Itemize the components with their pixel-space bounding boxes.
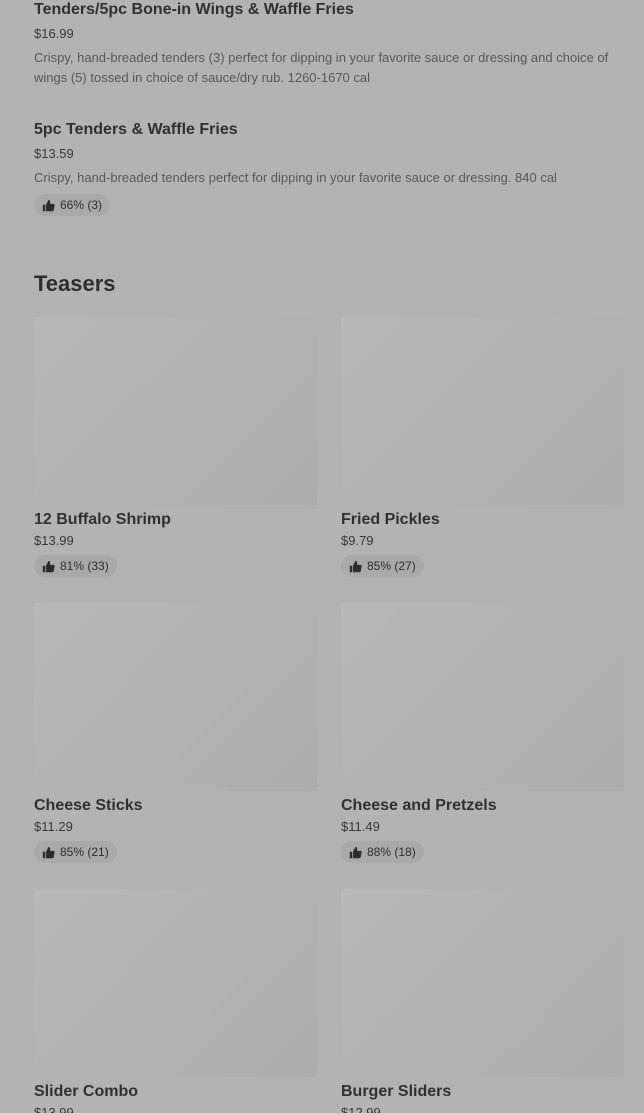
card-title: Burger Sliders — [341, 1083, 452, 1100]
card-title: Slider Combo — [34, 1083, 139, 1100]
card-title: Cheese and Pretzels — [341, 797, 497, 814]
item-title: Tenders/5pc Bone-in Wings & Waffle Fries — [34, 1, 354, 18]
menu-card[interactable]: 12 Buffalo Shrimp $13.99 81% (33) — [34, 317, 317, 578]
card-title: Cheese Sticks — [34, 797, 143, 814]
menu-card[interactable]: Slider Combo $13.99 — [34, 889, 317, 1113]
card-price: $13.99 — [34, 533, 74, 548]
item-image — [34, 317, 317, 505]
thumbs-up-icon — [42, 846, 55, 859]
item-price: $13.59 — [34, 146, 74, 161]
card-price: $9.79 — [341, 533, 374, 548]
rating-badge: 66% (3) — [34, 194, 111, 216]
rating-text: 85% (27) — [367, 559, 416, 573]
card-price: $12.99 — [341, 1105, 381, 1113]
card-price: $13.99 — [34, 1105, 74, 1113]
thumbs-up-icon — [42, 560, 55, 573]
rating-text: 85% (21) — [60, 845, 109, 859]
item-price: $16.99 — [34, 26, 74, 41]
card-title: 12 Buffalo Shrimp — [34, 511, 171, 528]
menu-card[interactable]: Cheese and Pretzels $11.49 88% (18) — [341, 603, 624, 864]
rating-badge: 85% (27) — [341, 555, 424, 577]
thumbs-up-icon — [42, 199, 55, 212]
item-title: 5pc Tenders & Waffle Fries — [34, 121, 238, 138]
card-price: $11.49 — [341, 819, 380, 834]
rating-text: 66% (3) — [60, 198, 103, 212]
item-image — [341, 603, 624, 791]
rating-text: 88% (18) — [367, 845, 416, 859]
menu-item[interactable]: Tenders/5pc Bone-in Wings & Waffle Fries… — [34, 0, 624, 88]
item-image — [341, 317, 624, 505]
card-price: $11.29 — [34, 819, 73, 834]
section-title: Teasers — [34, 271, 116, 296]
card-title: Fried Pickles — [341, 511, 440, 528]
menu-card[interactable]: Burger Sliders $12.99 — [341, 889, 624, 1113]
menu-page: Tenders/5pc Bone-in Wings & Waffle Fries… — [0, 0, 644, 1113]
menu-card[interactable]: Cheese Sticks $11.29 85% (21) — [34, 603, 317, 864]
menu-card[interactable]: Fried Pickles $9.79 85% (27) — [341, 317, 624, 578]
rating-badge: 81% (33) — [34, 555, 117, 577]
thumbs-up-icon — [349, 846, 362, 859]
item-description: Crispy, hand-breaded tenders perfect for… — [34, 170, 557, 185]
thumbs-up-icon — [349, 560, 362, 573]
rating-text: 81% (33) — [60, 559, 109, 573]
rating-badge: 88% (18) — [341, 841, 424, 863]
item-description: Crispy, hand-breaded tenders (3) perfect… — [34, 50, 609, 85]
item-image — [34, 889, 317, 1077]
item-image — [34, 603, 317, 791]
rating-badge: 85% (21) — [34, 841, 117, 863]
menu-item[interactable]: 5pc Tenders & Waffle Fries $13.59 Crispy… — [34, 120, 624, 217]
item-image — [341, 889, 624, 1077]
